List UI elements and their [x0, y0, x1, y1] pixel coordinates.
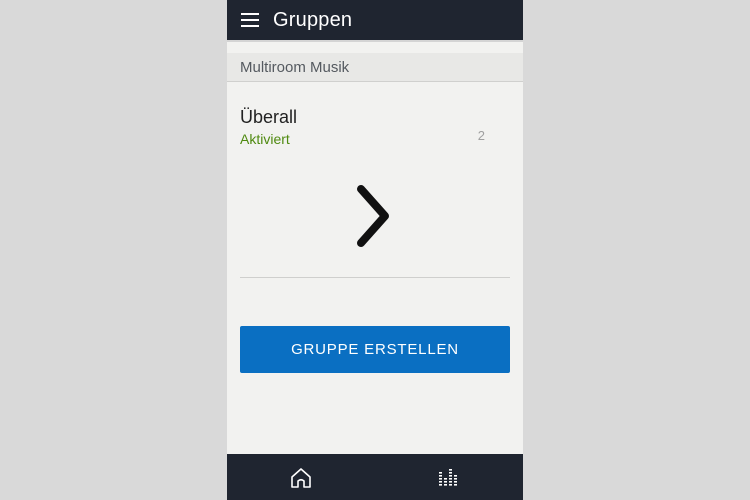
section-title: Multiroom Musik: [240, 58, 350, 76]
top-app-bar: Gruppen: [227, 0, 523, 42]
section-header: Multiroom Musik: [227, 53, 523, 82]
group-device-count: 2: [477, 128, 485, 143]
home-icon[interactable]: [289, 466, 313, 490]
create-group-button[interactable]: GRUPPE ERSTELLEN: [240, 326, 510, 373]
hamburger-menu-icon: [241, 13, 259, 27]
page-title: Gruppen: [273, 8, 353, 31]
chevron-right-icon[interactable]: [353, 183, 393, 249]
group-list-item[interactable]: Überall Aktiviert 2: [240, 100, 510, 278]
group-status: Aktiviert: [240, 131, 290, 147]
music-equalizer-icon[interactable]: [438, 468, 460, 488]
menu-button[interactable]: [227, 0, 273, 40]
group-name: Überall: [240, 107, 298, 127]
app-screen: Gruppen Multiroom Musik Überall Aktivier…: [227, 0, 523, 500]
bottom-navigation: [227, 454, 523, 500]
